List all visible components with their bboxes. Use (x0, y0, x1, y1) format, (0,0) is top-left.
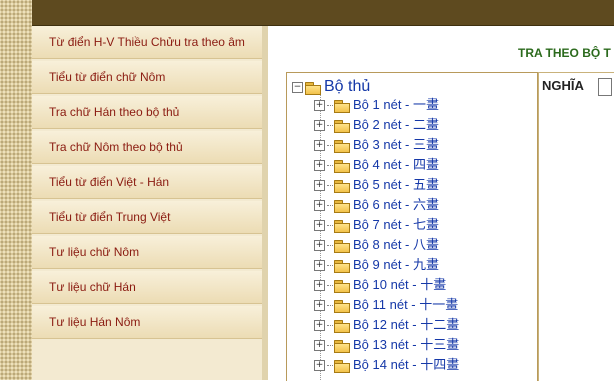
tree-item[interactable]: + Bộ 12 nét - 十二畫 (314, 315, 459, 335)
tree-item[interactable]: + Bộ 7 nét - 七畫 (314, 215, 439, 235)
meaning-label: NGHĨA (542, 78, 584, 93)
sidebar-item-nom-by-radical[interactable]: Tra chữ Nôm theo bộ thủ (32, 131, 262, 164)
tree-item[interactable]: + Bộ 6 nét - 六畫 (314, 195, 439, 215)
folder-open-icon (305, 81, 321, 95)
expand-icon[interactable]: + (314, 100, 325, 112)
tree-item[interactable]: + Bộ 4 nét - 四畫 (314, 155, 439, 175)
decorative-border (0, 0, 32, 380)
tree-item-label[interactable]: Bộ 11 nét - 十一畫 (353, 297, 458, 312)
folder-icon (334, 299, 350, 313)
tree-item[interactable]: + Bộ 2 nét - 二畫 (314, 115, 439, 135)
tree-item-label[interactable]: Bộ 13 nét - 十三畫 (353, 337, 459, 352)
tree-root-label[interactable]: Bộ thủ (324, 78, 370, 95)
tree-item[interactable]: + Bộ 5 nét - 五畫 (314, 175, 439, 195)
tree-item[interactable]: + Bộ 10 nét - 十畫 (314, 275, 446, 295)
expand-icon[interactable]: + (314, 260, 325, 272)
expand-icon[interactable]: + (314, 120, 325, 132)
folder-icon (334, 339, 350, 353)
expand-icon[interactable]: + (314, 280, 325, 292)
folder-icon (334, 219, 350, 233)
sidebar-item-trung-viet-dictionary[interactable]: Tiểu từ điển Trung Việt (32, 201, 262, 234)
folder-icon (334, 179, 350, 193)
folder-icon (334, 359, 350, 373)
tree-item-label[interactable]: Bộ 10 nét - 十畫 (353, 277, 446, 292)
folder-icon (334, 159, 350, 173)
tree-item[interactable]: + Bộ 8 nét - 八畫 (314, 235, 439, 255)
sidebar-item-han-materials[interactable]: Tư liệu chữ Hán (32, 271, 262, 304)
folder-icon (334, 199, 350, 213)
collapse-icon[interactable]: − (292, 82, 303, 94)
tree-item[interactable]: + Bộ 3 nét - 三畫 (314, 135, 439, 155)
meaning-panel (538, 72, 614, 381)
expand-icon[interactable]: + (314, 180, 325, 192)
tree-item[interactable]: + Bộ 9 nét - 九畫 (314, 255, 439, 275)
expand-icon[interactable]: + (314, 160, 325, 172)
tree-item-label[interactable]: Bộ 9 nét - 九畫 (353, 257, 439, 272)
top-banner (32, 0, 614, 26)
page-title: TRA THEO BỘ T (518, 46, 611, 60)
sidebar-item-nom-materials[interactable]: Tư liệu chữ Nôm (32, 236, 262, 269)
folder-icon (334, 99, 350, 113)
tree-item-label[interactable]: Bộ 5 nét - 五畫 (353, 177, 439, 192)
sidebar-item-han-nom-materials[interactable]: Tư liệu Hán Nôm (32, 306, 262, 339)
folder-icon (334, 259, 350, 273)
expand-icon[interactable]: + (314, 220, 325, 232)
sidebar-item-thieu-chuu-dictionary[interactable]: Từ điển H-V Thiều Chửu tra theo âm (32, 26, 262, 59)
tree-item[interactable]: + Bộ 11 nét - 十一畫 (314, 295, 458, 315)
tree-item-label[interactable]: Bộ 12 nét - 十二畫 (353, 317, 459, 332)
expand-icon[interactable]: + (314, 300, 325, 312)
folder-icon (334, 279, 350, 293)
tree-item-label[interactable]: Bộ 3 nét - 三畫 (353, 137, 439, 152)
expand-icon[interactable]: + (314, 340, 325, 352)
tree-item-label[interactable]: Bộ 8 nét - 八畫 (353, 237, 439, 252)
tree-item-label[interactable]: Bộ 6 nét - 六畫 (353, 197, 439, 212)
tree-item-label[interactable]: Bộ 14 nét - 十四畫 (353, 357, 459, 372)
tree-item-label[interactable]: Bộ 7 nét - 七畫 (353, 217, 439, 232)
tree-item-label[interactable]: Bộ 4 nét - 四畫 (353, 157, 439, 172)
sidebar-item-viet-han-dictionary[interactable]: Tiểu từ điển Việt - Hán (32, 166, 262, 199)
folder-icon (334, 239, 350, 253)
tree-item-label[interactable]: Bộ 1 nét - 一畫 (353, 97, 439, 112)
expand-icon[interactable]: + (314, 320, 325, 332)
folder-icon (334, 119, 350, 133)
tree-item[interactable]: + Bộ 14 nét - 十四畫 (314, 355, 459, 375)
folder-icon (334, 319, 350, 333)
sidebar-item-nom-dictionary[interactable]: Tiểu từ điển chữ Nôm (32, 61, 262, 94)
tree-item[interactable]: + Bộ 1 nét - 一畫 (314, 95, 439, 115)
tree-item[interactable]: + Bộ 13 nét - 十三畫 (314, 335, 459, 355)
sidebar-menu: Từ điển H-V Thiều Chửu tra theo âm Tiểu … (32, 26, 262, 380)
tree-root[interactable]: − Bộ thủ (292, 77, 370, 97)
page: Từ điển H-V Thiều Chửu tra theo âm Tiểu … (0, 0, 614, 381)
folder-icon (334, 139, 350, 153)
expand-icon[interactable]: + (314, 240, 325, 252)
expand-icon[interactable]: + (314, 200, 325, 212)
expand-icon[interactable]: + (314, 360, 325, 372)
tree-item-label[interactable]: Bộ 2 nét - 二畫 (353, 117, 439, 132)
expand-icon[interactable]: + (314, 140, 325, 152)
meaning-field[interactable] (598, 78, 612, 96)
sidebar-item-han-by-radical[interactable]: Tra chữ Hán theo bộ thủ (32, 96, 262, 129)
